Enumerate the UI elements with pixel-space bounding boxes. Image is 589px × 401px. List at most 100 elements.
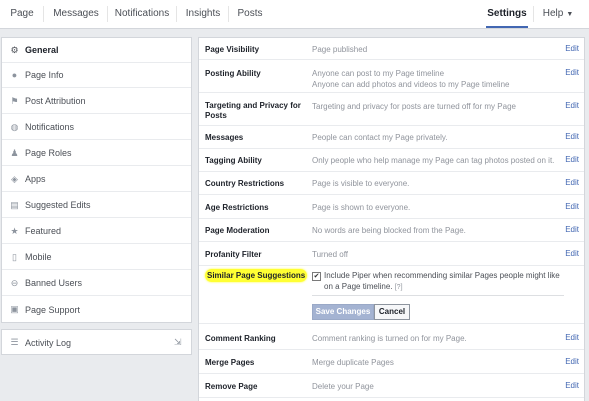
info-icon: ● [11, 69, 18, 80]
setting-row[interactable]: Page Moderation No words are being block… [199, 219, 584, 242]
apps-icon: ◈ [11, 173, 18, 184]
top-nav: Page Messages Notifications Insights Pos… [0, 0, 589, 29]
sidebar-item-suggested-edits[interactable]: ▤ Suggested Edits [2, 193, 191, 218]
sidebar-item-page-info[interactable]: ● Page Info [2, 63, 191, 88]
sidebar-item-label: Activity Log [25, 337, 72, 348]
mobile-icon: ▯ [12, 251, 17, 262]
sidebar-item-mobile[interactable]: ▯ Mobile [2, 245, 191, 270]
edit-link[interactable]: Edit [565, 68, 579, 77]
sidebar-item-page-support[interactable]: ▣ Page Support [2, 297, 191, 322]
sidebar-item-activity-log[interactable]: ☰ Activity Log [2, 330, 191, 355]
sidebar-item-label: Page Support [25, 304, 81, 315]
edit-link[interactable]: Edit [565, 202, 579, 211]
setting-row[interactable]: Age Restrictions Page is shown to everyo… [199, 195, 584, 219]
help-link[interactable]: [?] [395, 284, 403, 291]
gear-icon: ⚙ [10, 44, 19, 55]
sidebar-item-label: Featured [25, 226, 62, 236]
help-label: Help [542, 8, 564, 19]
setting-name: Age Restrictions [205, 203, 269, 212]
setting-row[interactable]: Comment Ranking Comment ranking is turne… [199, 326, 584, 350]
setting-value: Anyone can add photos and videos to my P… [312, 80, 510, 89]
sidebar-item-label: Apps [25, 174, 46, 184]
setting-row[interactable]: Country Restrictions Page is visible to … [199, 172, 584, 195]
setting-row[interactable]: Targeting and Privacy for Posts Targetin… [199, 93, 584, 126]
setting-value: Anyone can post to my Page timeline [312, 69, 445, 78]
setting-name: Targeting and Privacy for Posts [205, 101, 301, 120]
chevron-down-icon: ▼ [566, 11, 574, 18]
setting-value: People can contact my Page privately. [312, 133, 448, 142]
setting-name: Country Restrictions [205, 179, 285, 188]
save-changes-button[interactable]: Save Changes [312, 304, 374, 320]
sidebar-item-featured[interactable]: ★ Featured [2, 219, 191, 244]
sidebar-item-general[interactable]: ⚙ General [2, 38, 191, 63]
sidebar-item-page-roles[interactable]: ♟ Page Roles [2, 141, 191, 166]
sidebar-item-label: Page Info [25, 70, 64, 80]
edit-link[interactable]: Edit [565, 381, 579, 390]
open-external-icon[interactable]: ⇲ [174, 337, 183, 347]
sidebar-item-apps[interactable]: ◈ Apps [2, 167, 191, 192]
similar-pages-checkbox[interactable]: ✔ [312, 272, 321, 281]
sidebar-item-label: Suggested Edits [25, 200, 91, 210]
ban-icon: ⊖ [10, 277, 19, 288]
setting-name: Page Visibility [205, 45, 260, 54]
settings-sidebar: ⚙ General ● Page Info ⚑ Post Attribution ◍ N… [1, 37, 192, 323]
setting-value: Page is shown to everyone. [312, 203, 411, 212]
flag-icon: ⚑ [10, 95, 19, 106]
list-icon: ☰ [10, 337, 19, 347]
setting-name: Page Moderation [205, 226, 270, 235]
tab-settings[interactable]: Settings [486, 0, 528, 28]
tab-notifications[interactable]: Notifications [113, 0, 171, 28]
sidebar-item-notifications[interactable]: ◍ Notifications [2, 115, 191, 140]
globe-icon: ◍ [10, 121, 19, 132]
setting-value: Comment ranking is turned on for my Page… [312, 334, 467, 343]
checkbox-text: Include Piper when recommending similar … [324, 271, 560, 291]
sidebar-item-post-attribution[interactable]: ⚑ Post Attribution [2, 89, 191, 114]
setting-row[interactable]: Remove Page Delete your Page Edit [199, 374, 584, 398]
edit-link[interactable]: Edit [565, 333, 579, 342]
setting-row[interactable]: Tagging Ability Only people who help man… [199, 149, 584, 172]
tab-divider [533, 6, 534, 22]
tab-page[interactable]: Page [4, 0, 40, 28]
edit-link[interactable]: Edit [565, 225, 579, 234]
tab-messages[interactable]: Messages [50, 0, 102, 28]
tab-divider [228, 6, 229, 22]
edit-link[interactable]: Edit [565, 101, 579, 110]
setting-name: Similar Page Suggestions [205, 269, 315, 282]
setting-value: Turned off [312, 250, 349, 259]
setting-value: Merge duplicate Pages [312, 358, 394, 367]
edit-link[interactable]: Edit [565, 132, 579, 141]
sidebar-item-label: Mobile [25, 252, 52, 262]
edits-icon: ▤ [10, 199, 19, 210]
edit-link[interactable]: Edit [565, 155, 579, 164]
setting-row[interactable]: Profanity Filter Turned off Edit [199, 242, 584, 266]
sidebar-item-label: Page Roles [25, 148, 72, 158]
sidebar-item-label: Banned Users [25, 278, 83, 288]
setting-name: Comment Ranking [205, 334, 276, 343]
tab-divider [107, 6, 108, 22]
similar-page-suggestions-section: Similar Page Suggestions ✔ Include Piper… [199, 266, 584, 324]
setting-name: Profanity Filter [205, 250, 262, 259]
setting-row[interactable]: Merge Pages Merge duplicate Pages Edit [199, 350, 584, 374]
cancel-button[interactable]: Cancel [374, 304, 410, 320]
setting-value: Delete your Page [312, 382, 374, 391]
edit-link[interactable]: Edit [565, 357, 579, 366]
edit-link[interactable]: Edit [565, 178, 579, 187]
tab-divider [176, 6, 177, 22]
tab-insights[interactable]: Insights [182, 0, 224, 28]
setting-row[interactable]: Posting Ability Anyone can post to my Pa… [199, 60, 584, 93]
edit-link[interactable]: Edit [565, 249, 579, 258]
edit-link[interactable]: Edit [565, 44, 579, 53]
setting-name: Tagging Ability [205, 156, 262, 165]
star-icon: ★ [10, 225, 19, 236]
setting-row[interactable]: Page Visibility Page published Edit [199, 38, 584, 60]
activity-log-box: ☰ Activity Log ⇲ [1, 329, 192, 355]
sidebar-item-banned-users[interactable]: ⊖ Banned Users [2, 271, 191, 296]
tab-posts[interactable]: Posts [234, 0, 266, 28]
setting-name: Posting Ability [205, 69, 261, 78]
help-menu[interactable]: Help ▼ [540, 0, 576, 28]
setting-name: Remove Page [205, 382, 258, 391]
divider [312, 295, 564, 296]
setting-row[interactable]: Messages People can contact my Page priv… [199, 126, 584, 149]
sidebar-item-label: General [25, 45, 59, 55]
setting-value: Page published [312, 45, 368, 54]
